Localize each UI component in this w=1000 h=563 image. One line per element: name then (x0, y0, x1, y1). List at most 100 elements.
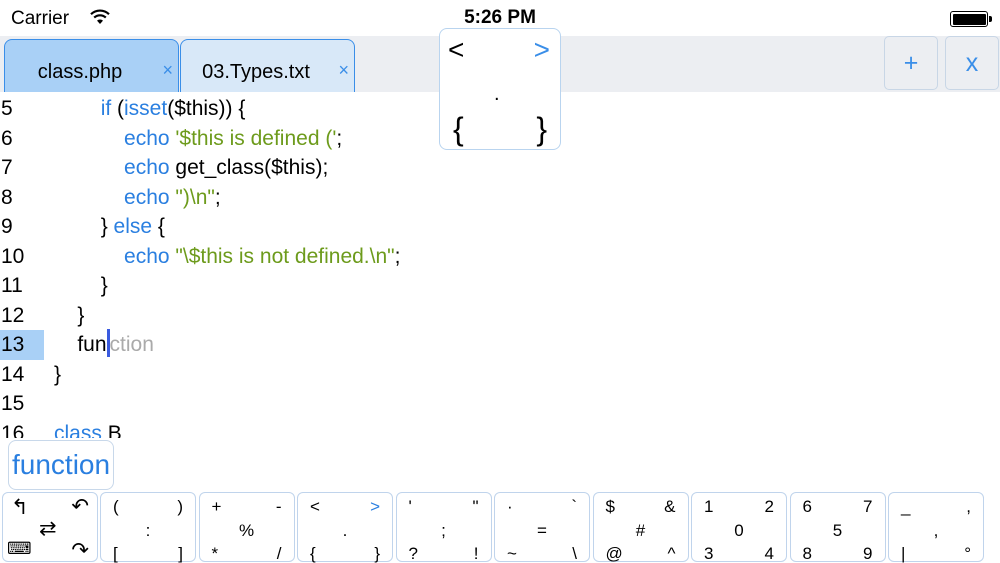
undo-icon[interactable]: ↶ (71, 494, 89, 519)
code-line[interactable]: 13 fun ction (0, 329, 1000, 360)
brace-right-key[interactable]: } (536, 111, 547, 148)
key-glyph: 3 (704, 544, 714, 563)
key-glyph: · (507, 497, 513, 516)
symbol-key[interactable]: 1 2 0 3 4 (691, 492, 787, 562)
close-tab-icon[interactable]: × (338, 60, 349, 81)
key-glyph: ] (178, 544, 183, 563)
code-token: { (152, 215, 165, 238)
key-glyph: . (342, 521, 348, 540)
symbol-key[interactable]: (): [] (100, 492, 196, 562)
angle-right-key[interactable]: > (534, 34, 550, 66)
line-number: 11 (1, 274, 23, 297)
code-line[interactable]: 14} (0, 360, 1000, 390)
close-tab-icon[interactable]: × (162, 60, 173, 81)
symbol-key[interactable]: · ` = ~ \ (494, 492, 590, 562)
key-glyph: - (275, 497, 282, 516)
code-line[interactable]: 7 echo get_class($this); (0, 153, 1000, 183)
code-token: fun (77, 333, 107, 356)
code-line[interactable]: 16 class B (0, 419, 1000, 439)
keyword-token: echo (124, 244, 170, 268)
line-number: 5 (1, 97, 13, 120)
line-number: 8 (1, 185, 13, 209)
code-line[interactable]: 9 } else { (0, 212, 1000, 242)
string-token: ")\n" (175, 185, 215, 209)
close-file-button[interactable]: x (945, 36, 999, 90)
symbol-key[interactable]: $ & # @ ^ (592, 492, 689, 563)
code-line[interactable]: 11 } (0, 271, 1000, 301)
swap-icon[interactable]: ⇄ (39, 516, 57, 541)
keyword-token: isset (124, 97, 168, 120)
tab-label: 03.Types.txt (202, 61, 310, 83)
key-glyph: \ (572, 544, 577, 563)
key-glyph: = (537, 521, 547, 540)
string-token: "\$this is not defined.\n" (175, 244, 395, 268)
key-glyph: ! (473, 544, 479, 563)
code-text: echo get_class($this); (54, 153, 328, 182)
key-glyph: " (472, 497, 479, 516)
key-glyph: > (370, 497, 380, 516)
key-glyph: ' (408, 497, 412, 516)
return-icon[interactable]: ↰ (11, 495, 29, 520)
code-text: } (54, 360, 61, 389)
code-token: } (77, 303, 85, 327)
symbol-key[interactable]: _,, | ° (888, 492, 984, 562)
tab-class-php[interactable]: class.php × (4, 39, 179, 92)
code-token: ( (111, 97, 125, 120)
bracket-selector[interactable]: < > . { } (439, 28, 561, 150)
code-line[interactable]: 15 (0, 389, 1000, 419)
code-token: } (54, 362, 62, 386)
autocomplete-suggestion[interactable]: function (8, 440, 115, 490)
line-number: 7 (1, 156, 13, 179)
code-token: B (101, 421, 122, 439)
key-glyph: : (145, 521, 151, 540)
symbol-key-row: ↰ ↶ ⇄ ⌨ ↷ (): [] + -% * / < >. {} ' ";?! · ` = ~ \ $ & # @ ^… (0, 490, 1000, 563)
key-glyph: $ (605, 497, 615, 516)
redo-icon[interactable]: ↷ (71, 538, 89, 563)
symbol-key[interactable]: + -% * / (198, 492, 295, 563)
key-glyph: { (310, 544, 316, 563)
symbol-key[interactable]: 6 7 5 8 9 (789, 492, 886, 563)
keyword-token: echo (124, 156, 170, 179)
key-glyph: ( (113, 497, 119, 516)
keyboard-icon[interactable]: ⌨ (7, 539, 32, 559)
symbol-key[interactable]: ' ";?! (395, 492, 492, 563)
key-glyph: / (276, 544, 282, 563)
tab-03-types-txt[interactable]: 03.Types.txt × (180, 39, 355, 92)
key-glyph: 0 (734, 521, 744, 540)
key-glyph: , (966, 497, 971, 516)
code-token: ($this)) { (167, 97, 246, 120)
navigation-key[interactable]: ↰ ↶ ⇄ ⌨ ↷ (2, 492, 98, 562)
code-line[interactable]: 10 echo "\$this is not defined.\n"; (0, 242, 1000, 272)
line-number: 12 (1, 303, 25, 327)
dot-key[interactable]: . (494, 83, 500, 106)
key-glyph: * (211, 544, 219, 563)
battery-icon (950, 11, 992, 27)
symbol-key[interactable]: < >. {} (297, 492, 393, 562)
key-glyph: , (933, 521, 939, 540)
code-token: ; (214, 185, 221, 209)
angle-left-key[interactable]: < (448, 34, 464, 66)
key-glyph: 2 (764, 497, 774, 516)
line-number: 16 (1, 421, 25, 439)
line-number: 9 (1, 215, 13, 238)
key-glyph: ) (177, 497, 183, 516)
code-text: } (54, 271, 108, 300)
new-tab-button[interactable]: + (884, 36, 938, 90)
key-glyph: ^ (667, 544, 676, 563)
brace-left-key[interactable]: { (453, 111, 464, 148)
code-line[interactable]: 12 } (0, 301, 1000, 331)
key-glyph: 7 (863, 497, 873, 516)
key-glyph: 8 (802, 544, 812, 563)
code-line[interactable]: 8 echo ")\n"; (0, 183, 1000, 213)
code-token: ; (394, 244, 401, 268)
code-token: } (100, 274, 108, 297)
key-glyph: 4 (764, 544, 774, 563)
